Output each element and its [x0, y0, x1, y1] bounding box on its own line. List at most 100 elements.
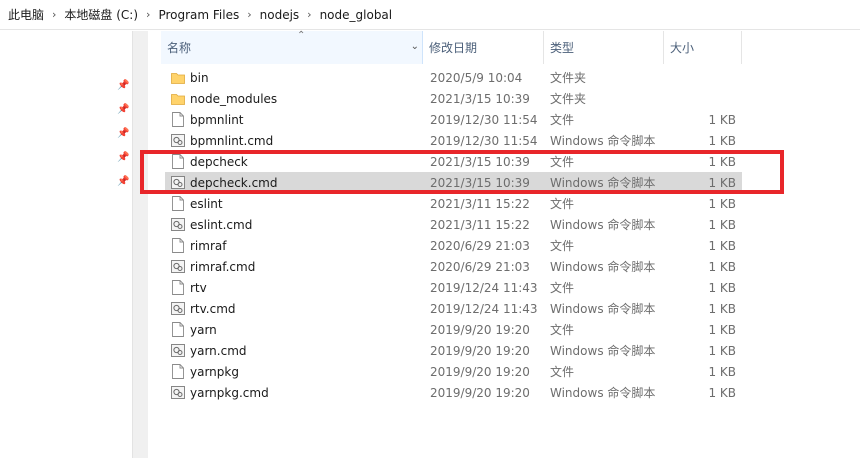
file-list: ⌃ 名称 ⌄ 修改日期 类型 大小 bin 2020/5/9 10:04 文件夹 no…: [149, 30, 860, 458]
file-icon: [171, 196, 185, 211]
file-date: 2019/9/20 19:20: [430, 364, 530, 379]
file-type: 文件: [550, 155, 575, 169]
file-row[interactable]: yarnpkg 2019/9/20 19:20 文件 1 KB: [165, 361, 742, 382]
file-row[interactable]: eslint 2021/3/11 15:22 文件 1 KB: [165, 193, 742, 214]
file-row[interactable]: bpmnlint 2019/12/30 11:54 文件 1 KB: [165, 109, 742, 130]
breadcrumb: 此电脑 › 本地磁盘 (C:) › Program Files › nodejs…: [8, 6, 392, 23]
file-name: eslint.cmd: [190, 217, 253, 232]
file-name: yarnpkg: [190, 364, 239, 379]
file-date: 2021/3/11 15:22: [430, 196, 530, 211]
file-size: 1 KB: [708, 385, 736, 400]
file-row[interactable]: rtv.cmd 2019/12/24 11:43 Windows 命令脚本 1 KB: [165, 298, 742, 319]
breadcrumb-item-this-pc[interactable]: 此电脑: [8, 6, 44, 23]
file-type: 文件: [550, 281, 575, 295]
file-row[interactable]: rtv 2019/12/24 11:43 文件 1 KB: [165, 277, 742, 298]
file-row[interactable]: yarnpkg.cmd 2019/9/20 19:20 Windows 命令脚本 1 …: [165, 382, 742, 403]
file-icon: [171, 280, 185, 295]
file-type: 文件夹: [550, 71, 587, 85]
file-date: 2021/3/15 10:39: [430, 91, 530, 106]
column-header-date-label: 修改日期: [429, 41, 478, 55]
chevron-down-icon[interactable]: ⌄: [411, 41, 419, 52]
file-size: 1 KB: [708, 196, 736, 211]
column-header-size-label: 大小: [670, 41, 695, 55]
file-date: 2019/9/20 19:20: [430, 343, 530, 358]
file-icon: [171, 364, 185, 379]
file-size: 1 KB: [708, 343, 736, 358]
file-date: 2020/6/29 21:03: [430, 259, 530, 274]
file-name: yarn.cmd: [190, 343, 247, 358]
column-header-name[interactable]: ⌃ 名称 ⌄: [161, 30, 423, 64]
file-name: rtv: [190, 280, 207, 295]
chevron-right-icon[interactable]: ›: [52, 8, 56, 21]
file-type: Windows 命令脚本: [550, 386, 656, 400]
navigation-scrollbar[interactable]: [132, 31, 148, 458]
file-row[interactable]: node_modules 2021/3/15 10:39 文件夹: [165, 88, 742, 109]
cmd-script-icon: [171, 259, 185, 274]
file-size: 1 KB: [708, 259, 736, 274]
file-date: 2021/3/15 10:39: [430, 154, 530, 169]
file-row[interactable]: yarn.cmd 2019/9/20 19:20 Windows 命令脚本 1 KB: [165, 340, 742, 361]
file-date: 2019/12/24 11:43: [430, 280, 538, 295]
pin-icon: 📌: [117, 80, 130, 91]
file-type: 文件夹: [550, 92, 587, 106]
file-type: Windows 命令脚本: [550, 344, 656, 358]
file-date: 2020/6/29 21:03: [430, 238, 530, 253]
pin-icon: 📌: [117, 104, 130, 115]
file-name: bpmnlint: [190, 112, 244, 127]
chevron-right-icon[interactable]: ›: [146, 8, 150, 21]
sort-ascending-icon: ⌃: [297, 30, 306, 41]
file-type: 文件: [550, 365, 575, 379]
column-header-type-label: 类型: [550, 41, 575, 55]
file-name: rimraf.cmd: [190, 259, 256, 274]
file-row[interactable]: depcheck.cmd 2021/3/15 10:39 Windows 命令脚本 1…: [165, 172, 742, 193]
file-date: 2021/3/11 15:22: [430, 217, 530, 232]
navigation-pane: 📌 📌 📌 📌 📌: [0, 31, 132, 458]
address-bar[interactable]: 此电脑 › 本地磁盘 (C:) › Program Files › nodejs…: [0, 0, 860, 30]
file-name: eslint: [190, 196, 223, 211]
folder-icon: [171, 70, 185, 85]
file-name: bin: [190, 70, 209, 85]
file-date: 2020/5/9 10:04: [430, 70, 523, 85]
column-header-date[interactable]: 修改日期: [423, 31, 544, 64]
file-row[interactable]: rimraf.cmd 2020/6/29 21:03 Windows 命令脚本 1 K…: [165, 256, 742, 277]
file-date: 2019/12/24 11:43: [430, 301, 538, 316]
file-type: 文件: [550, 197, 575, 211]
file-name: depcheck: [190, 154, 248, 169]
folder-icon: [171, 91, 185, 106]
file-type: Windows 命令脚本: [550, 302, 656, 316]
breadcrumb-item-program-files[interactable]: Program Files: [158, 8, 239, 22]
file-date: 2019/12/30 11:54: [430, 112, 538, 127]
file-type: Windows 命令脚本: [550, 176, 656, 190]
file-name: rimraf: [190, 238, 227, 253]
file-type: Windows 命令脚本: [550, 260, 656, 274]
column-header-size[interactable]: 大小: [664, 31, 742, 64]
file-row[interactable]: bpmnlint.cmd 2019/12/30 11:54 Windows 命令脚本…: [165, 130, 742, 151]
file-row[interactable]: eslint.cmd 2021/3/11 15:22 Windows 命令脚本 1 K…: [165, 214, 742, 235]
file-type: 文件: [550, 323, 575, 337]
file-name: node_modules: [190, 91, 278, 106]
cmd-script-icon: [171, 343, 185, 358]
breadcrumb-item-nodejs[interactable]: nodejs: [260, 8, 300, 22]
column-header-type[interactable]: 类型: [544, 31, 664, 64]
file-name: depcheck.cmd: [190, 175, 278, 190]
breadcrumb-item-node-global[interactable]: node_global: [320, 8, 393, 22]
file-size: 1 KB: [708, 154, 736, 169]
file-row[interactable]: yarn 2019/9/20 19:20 文件 1 KB: [165, 319, 742, 340]
file-name: yarn: [190, 322, 217, 337]
file-size: 1 KB: [708, 133, 736, 148]
cmd-script-icon: [171, 385, 185, 400]
file-row[interactable]: bin 2020/5/9 10:04 文件夹: [165, 67, 742, 88]
chevron-right-icon[interactable]: ›: [307, 8, 311, 21]
file-type: 文件: [550, 239, 575, 253]
chevron-right-icon[interactable]: ›: [247, 8, 251, 21]
file-row[interactable]: rimraf 2020/6/29 21:03 文件 1 KB: [165, 235, 742, 256]
file-icon: [171, 238, 185, 253]
file-date: 2019/9/20 19:20: [430, 322, 530, 337]
file-date: 2019/9/20 19:20: [430, 385, 530, 400]
file-icon: [171, 322, 185, 337]
file-type: 文件: [550, 113, 575, 127]
file-size: 1 KB: [708, 217, 736, 232]
file-size: 1 KB: [708, 322, 736, 337]
file-row[interactable]: depcheck 2021/3/15 10:39 文件 1 KB: [165, 151, 742, 172]
breadcrumb-item-drive-c[interactable]: 本地磁盘 (C:): [64, 6, 138, 23]
